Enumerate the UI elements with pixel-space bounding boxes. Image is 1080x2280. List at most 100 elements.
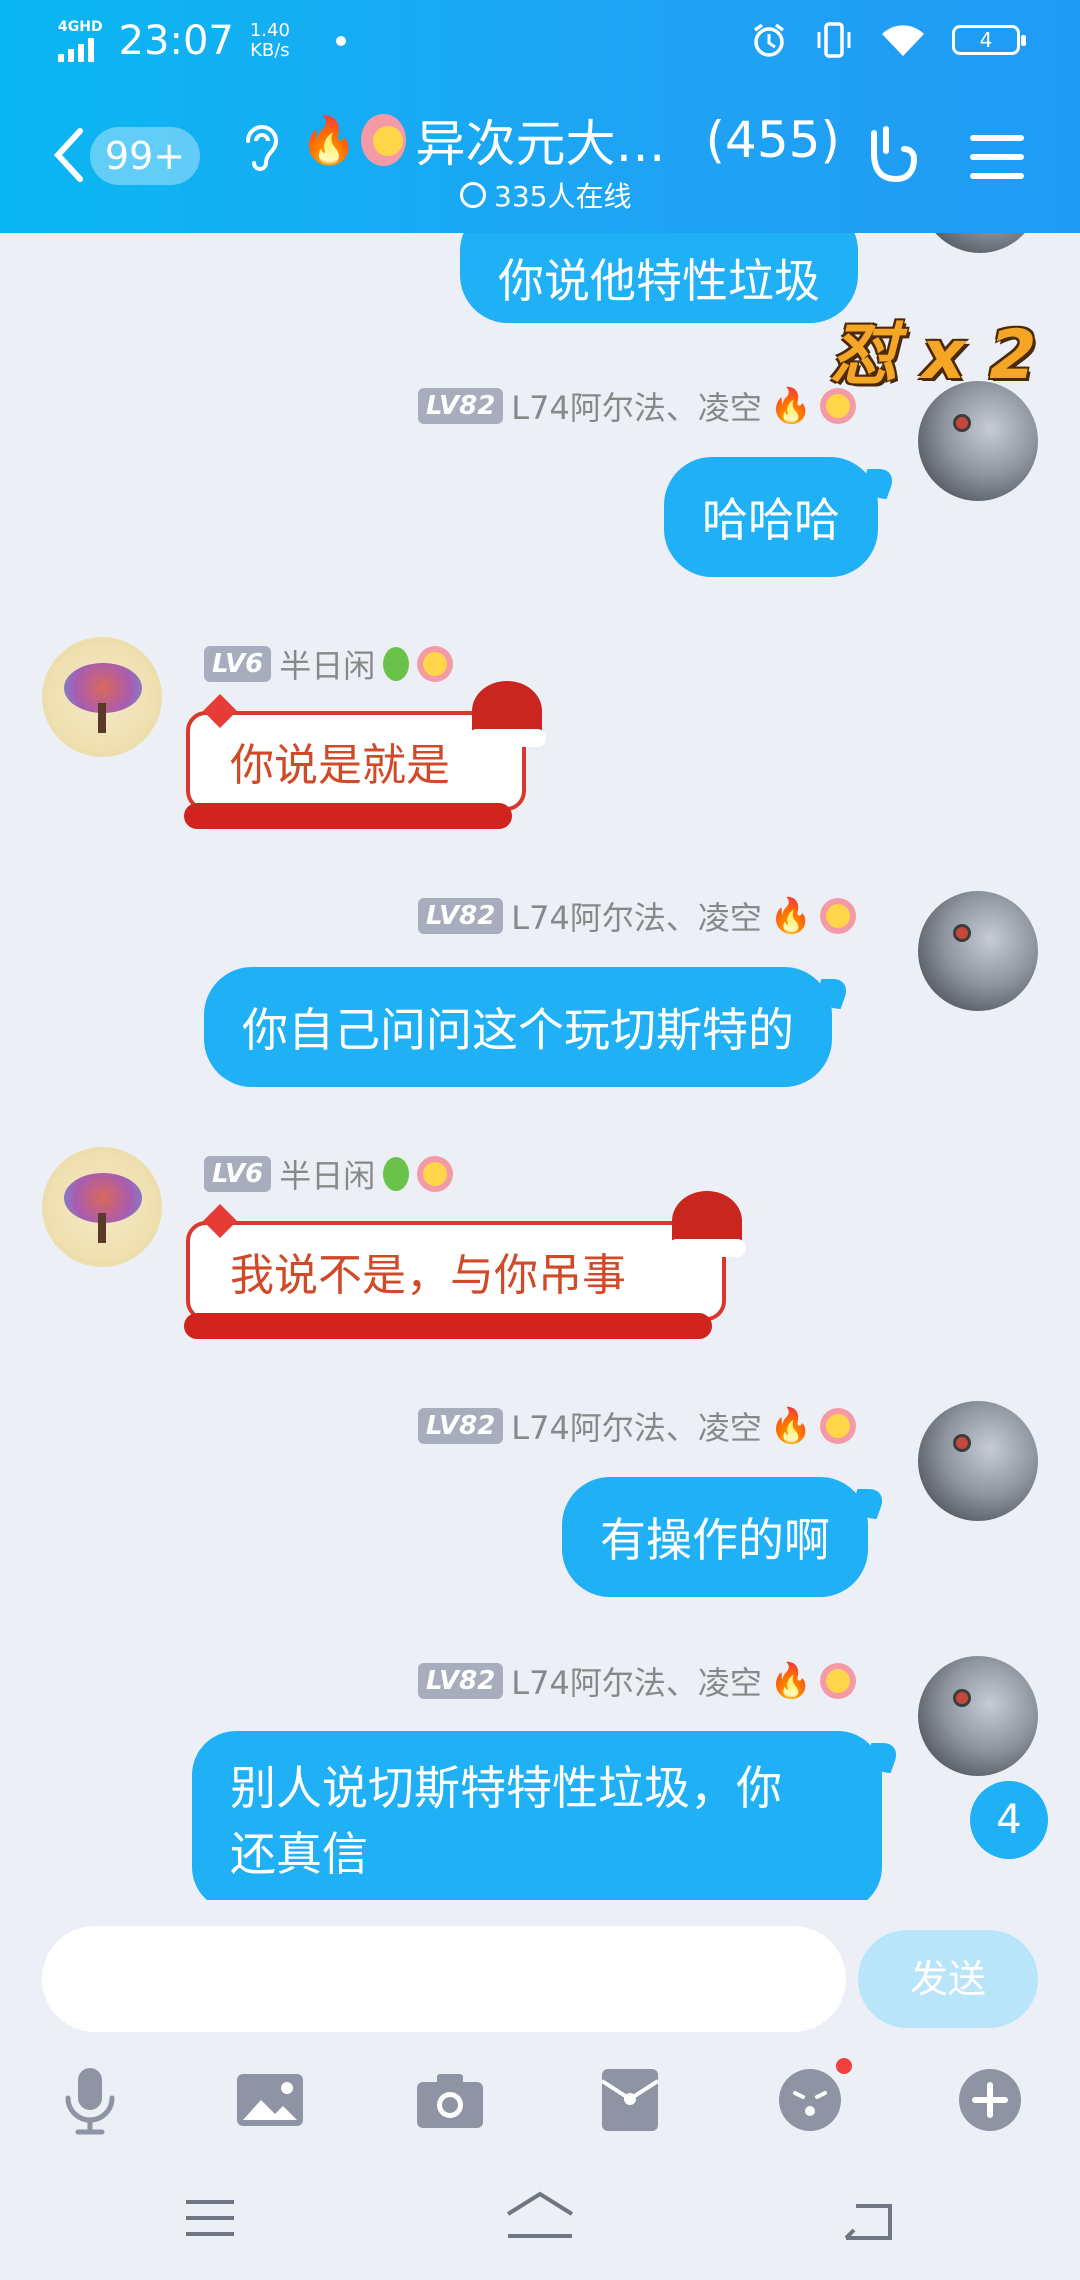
status-bar: 4GHD 23:07 1.40 KB/s 4 xyxy=(0,0,1080,80)
fire-emoji: 🔥 xyxy=(769,1406,813,1446)
message-text: 你自己问问这个玩切斯特的 xyxy=(242,1003,794,1057)
level-badge: LV82 xyxy=(418,388,504,424)
net-speed-value: 1.40 xyxy=(249,20,290,41)
online-check-icon xyxy=(460,182,486,208)
message-bubble[interactable]: 别人说切斯特特性垃圾，你 还真信 xyxy=(192,1731,882,1900)
message-text: 哈哈哈 xyxy=(702,493,840,547)
message-bubble[interactable]: 你自己问问这个玩切斯特的 xyxy=(204,967,832,1087)
level-badge: LV6 xyxy=(204,646,272,682)
level-badge: LV6 xyxy=(204,1156,272,1192)
avatar[interactable] xyxy=(920,233,1040,253)
plus-icon[interactable] xyxy=(950,2060,1030,2140)
message-text: 有操作的啊 xyxy=(600,1513,830,1567)
group-title: 异次元大… xyxy=(415,115,666,173)
back-icon[interactable] xyxy=(48,125,88,185)
group-title-row[interactable]: 🔥 异次元大… (455) xyxy=(300,105,840,175)
mic-icon[interactable] xyxy=(50,2060,130,2140)
input-bar: 发送 xyxy=(0,1900,1080,2060)
red-packet-icon[interactable] xyxy=(590,2060,670,2140)
heart-icon xyxy=(203,1204,237,1238)
fire-emoji: 🔥 xyxy=(300,112,358,167)
laugh-emoji xyxy=(417,646,454,682)
sender-name[interactable]: L74阿尔法、凌空 xyxy=(511,893,762,939)
message-text: 你说他特性垃圾 xyxy=(498,254,820,308)
fire-emoji: 🔥 xyxy=(769,896,813,936)
sender-meta: LV6 半日闲 xyxy=(204,641,454,687)
level-badge: LV82 xyxy=(418,1408,504,1444)
chat-header: 4GHD 23:07 1.40 KB/s 4 99+ 🔥 异次元大… (455) xyxy=(0,0,1080,233)
avatar[interactable] xyxy=(918,1656,1038,1776)
avatar[interactable] xyxy=(42,1147,162,1267)
message-bubble[interactable]: 有操作的啊 xyxy=(562,1477,868,1597)
message-text: 别人说切斯特特性垃圾，你 xyxy=(230,1761,782,1815)
signal-indicator: 4GHD xyxy=(58,20,103,62)
scroll-decoration xyxy=(184,803,512,829)
level-badge: LV82 xyxy=(418,1663,504,1699)
leaf-icon xyxy=(383,1157,410,1191)
chat-area[interactable]: 你说他特性垃圾 怼 x 2 LV82 L74阿尔法、凌空 🔥 哈哈哈 LV6 半… xyxy=(0,233,1080,1900)
message-text: 我说不是，与你吊事 xyxy=(230,1250,626,1301)
sender-meta: LV6 半日闲 xyxy=(204,1151,454,1197)
battery-icon: 4 xyxy=(952,25,1026,55)
notification-dot-icon xyxy=(836,2058,852,2074)
heart-icon xyxy=(203,694,237,728)
message-bubble[interactable]: 我说不是，与你吊事 xyxy=(184,1191,746,1339)
online-status: 335人在线 xyxy=(460,175,631,215)
sender-name[interactable]: L74阿尔法、凌空 xyxy=(511,1403,762,1449)
recent-apps-icon[interactable] xyxy=(184,2198,236,2238)
avatar[interactable] xyxy=(42,637,162,757)
sender-meta: LV82 L74阿尔法、凌空 🔥 xyxy=(418,893,857,939)
laugh-emoji xyxy=(820,1663,857,1699)
unread-count-button[interactable]: 99+ xyxy=(90,127,200,185)
hand-icon[interactable] xyxy=(860,123,924,187)
sender-meta: LV82 L74阿尔法、凌空 🔥 xyxy=(418,1658,857,1704)
fire-emoji: 🔥 xyxy=(769,386,813,426)
sender-meta: LV82 L74阿尔法、凌空 🔥 xyxy=(418,1403,857,1449)
avatar[interactable] xyxy=(918,1401,1038,1521)
chat-navbar: 99+ 🔥 异次元大… (455) 335人在线 xyxy=(0,105,1080,215)
fire-emoji: 🔥 xyxy=(769,1661,813,1701)
sender-name[interactable]: L74阿尔法、凌空 xyxy=(511,1658,762,1704)
back-nav-icon[interactable] xyxy=(842,2198,894,2242)
notification-dot-icon xyxy=(335,36,346,46)
member-count: (455) xyxy=(705,111,840,169)
image-icon[interactable] xyxy=(230,2060,310,2140)
signal-icon xyxy=(58,38,103,62)
avatar[interactable] xyxy=(918,381,1038,501)
message-input[interactable] xyxy=(42,1926,846,2032)
menu-icon[interactable] xyxy=(970,135,1024,192)
camera-icon[interactable] xyxy=(410,2060,490,2140)
clock: 23:07 xyxy=(118,18,234,64)
hat-icon xyxy=(468,681,546,747)
sender-meta: LV82 L74阿尔法、凌空 🔥 xyxy=(418,383,857,429)
online-count: 335人在线 xyxy=(494,180,632,213)
new-message-count-badge[interactable]: 4 xyxy=(970,1781,1048,1859)
laugh-emoji xyxy=(820,388,857,424)
wifi-icon xyxy=(882,25,924,56)
message-bubble[interactable]: 你说是就是 xyxy=(184,681,546,829)
network-type: 4GHD xyxy=(58,19,103,35)
scroll-decoration xyxy=(184,1313,712,1339)
message-bubble[interactable]: 你说他特性垃圾 xyxy=(460,233,858,323)
net-speed-unit: KB/s xyxy=(250,40,290,61)
laugh-emoji xyxy=(820,1408,857,1444)
home-icon[interactable] xyxy=(504,2190,576,2240)
battery-level: 4 xyxy=(979,28,993,52)
send-button[interactable]: 发送 xyxy=(858,1930,1038,2028)
laugh-emoji xyxy=(417,1156,454,1192)
ear-icon[interactable] xyxy=(240,119,284,173)
hat-icon xyxy=(668,1191,746,1257)
dui-badge: 怼 x 2 xyxy=(830,316,1037,395)
laugh-emoji xyxy=(820,898,857,934)
laugh-emoji xyxy=(361,114,406,166)
alarm-icon xyxy=(753,23,785,57)
sender-name[interactable]: L74阿尔法、凌空 xyxy=(511,383,762,429)
avatar[interactable] xyxy=(918,891,1038,1011)
sender-name[interactable]: 半日闲 xyxy=(279,1151,375,1197)
vibrate-icon xyxy=(817,22,851,58)
message-bubble[interactable]: 哈哈哈 xyxy=(664,457,878,577)
emoji-icon[interactable] xyxy=(770,2058,852,2140)
message-text: 你说是就是 xyxy=(230,740,450,791)
net-speed: 1.40 KB/s xyxy=(250,21,290,61)
sender-name[interactable]: 半日闲 xyxy=(279,641,375,687)
